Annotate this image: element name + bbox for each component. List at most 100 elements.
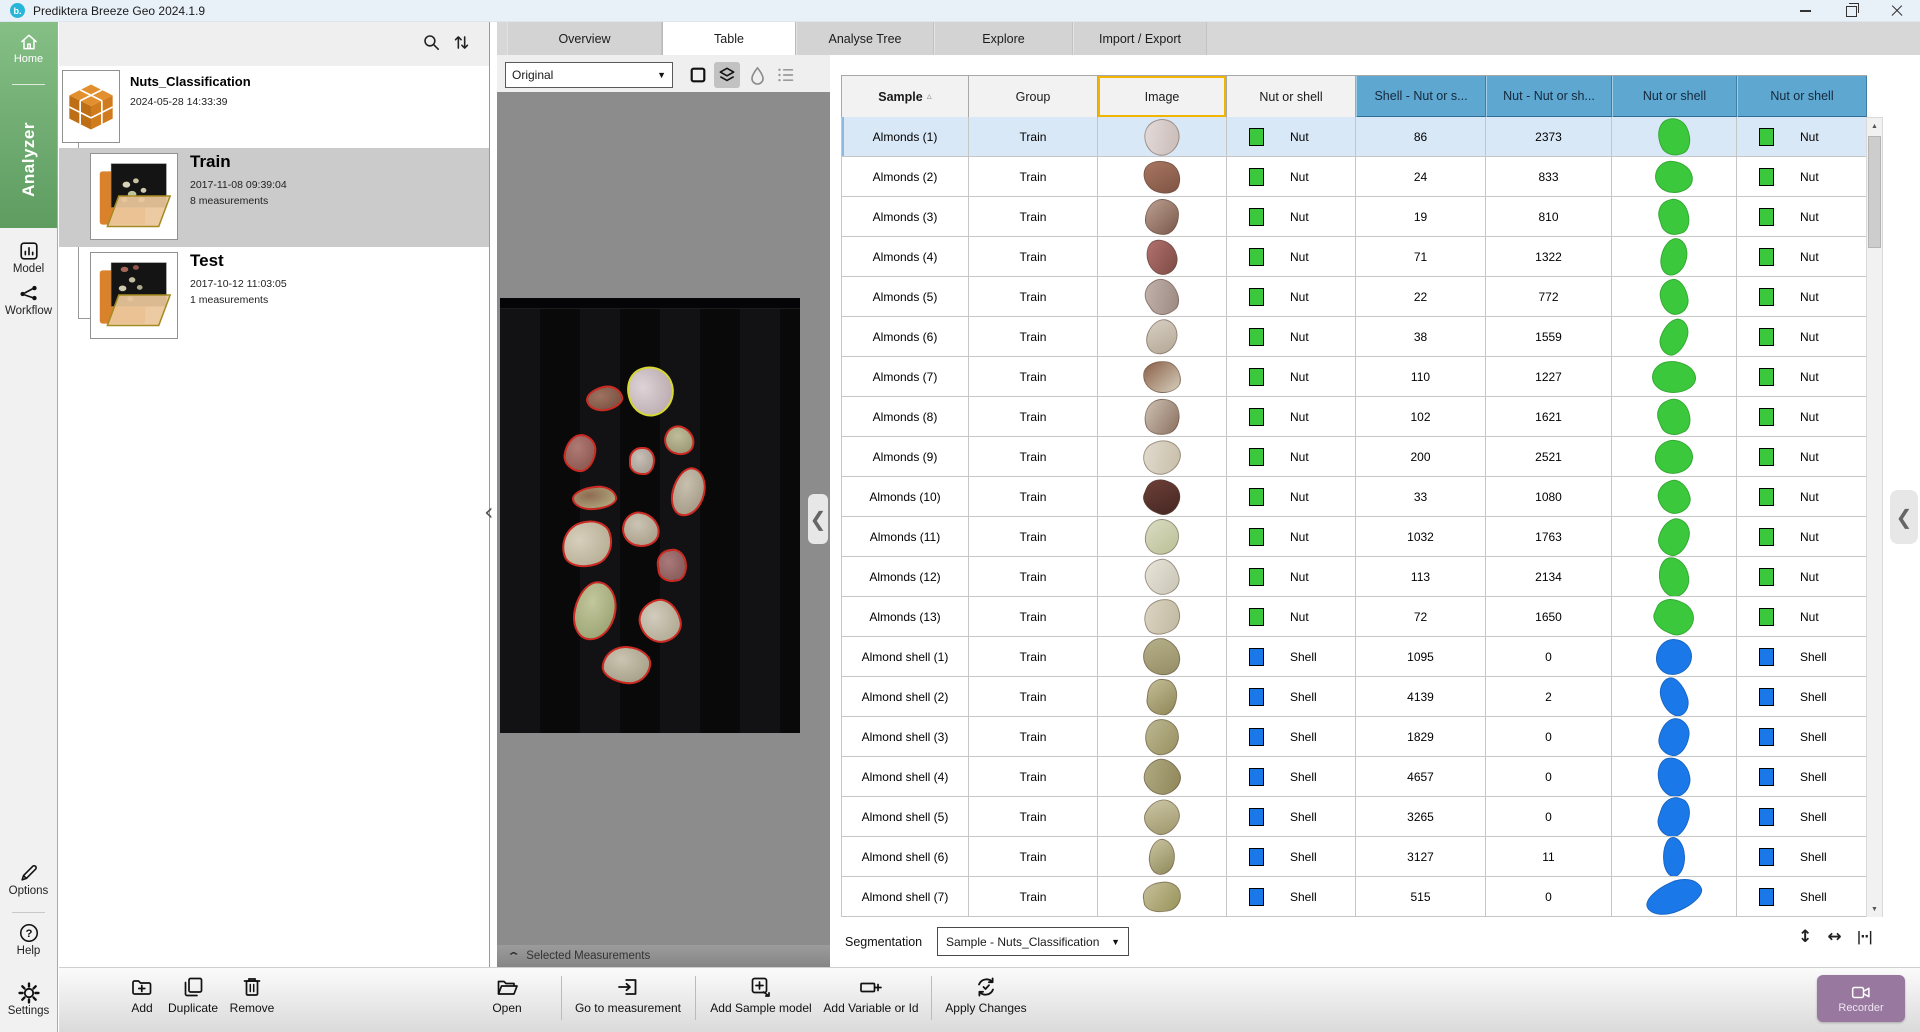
sidebar-item-help[interactable]: ? Help [0,922,57,957]
table-scrollbar[interactable]: ▲ ▼ [1866,117,1883,918]
column-header-image[interactable]: Image [1098,76,1227,118]
sidebar-item-model[interactable]: Model [0,240,57,275]
table-row-almonds-2[interactable]: Almonds (2) Train Nut 24 833 Nut [842,157,1867,197]
nut-blob[interactable] [570,483,619,513]
table-row-almonds-4[interactable]: Almonds (4) Train Nut 71 1322 Nut [842,237,1867,277]
nut-blob[interactable] [659,421,700,460]
nav-sidebar: Home Analyzer Model Workflow Options ? H… [0,22,58,1032]
cell-nut-count: 0 [1486,877,1612,917]
single-view-button[interactable] [685,62,711,88]
measurement-image[interactable] [500,298,800,733]
minimize-button[interactable] [1782,0,1828,22]
scrollbar-thumb[interactable] [1868,136,1881,248]
nut-blob[interactable] [634,594,686,648]
table-row-almonds-7[interactable]: Almonds (7) Train Nut 110 1227 Nut [842,357,1867,397]
list-view-button[interactable] [772,62,798,88]
column-header-nut-nut-or-sh[interactable]: Nut - Nut or sh... [1486,76,1612,118]
column-header-nut-or-shell[interactable]: Nut or shell [1737,76,1867,118]
sidebar-item-workflow[interactable]: Workflow [0,284,57,317]
cell-sample: Almonds (4) [842,237,969,277]
tab-analyse-tree[interactable]: Analyse Tree [796,22,934,55]
cell-class-2: Shell [1737,837,1867,877]
table-row-almond-shell-4[interactable]: Almond shell (4) Train Shell 4657 0 Shell [842,757,1867,797]
project-item-root[interactable]: Nuts_Classification 2024-05-28 14:33:39 [59,66,489,148]
nut-blob[interactable] [654,547,690,584]
collapse-right-button[interactable]: ❮ [1890,490,1918,544]
sidebar-item-settings[interactable]: Settings [0,982,57,1017]
column-header-shell-nut-or-s[interactable]: Shell - Nut or s... [1356,76,1486,118]
remove-button[interactable]: Remove [223,975,281,1015]
table-row-almonds-5[interactable]: Almonds (5) Train Nut 22 772 Nut [842,277,1867,317]
nut-blob[interactable] [568,577,622,645]
open-button[interactable]: Open [481,975,533,1015]
nut-blob[interactable] [583,382,626,415]
recorder-button[interactable]: Recorder [1817,975,1905,1022]
search-icon[interactable] [422,33,441,52]
table-row-almonds-1[interactable]: Almonds (1) Train Nut 86 2373 Nut [842,117,1867,157]
table-row-almond-shell-1[interactable]: Almond shell (1) Train Shell 1095 0 Shell [842,637,1867,677]
nut-blob[interactable] [619,508,663,551]
fit-width-icon[interactable]: ↔ [1827,929,1841,946]
tab-table[interactable]: Table [662,22,796,55]
column-header-nut-or-shell[interactable]: Nut or shell [1227,76,1356,118]
table-row-almonds-9[interactable]: Almonds (9) Train Nut 200 2521 Nut [842,437,1867,477]
table-row-almonds-3[interactable]: Almonds (3) Train Nut 19 810 Nut [842,197,1867,237]
sidebar-item-options[interactable]: Options [0,862,57,897]
table-row-almonds-13[interactable]: Almonds (13) Train Nut 72 1650 Nut [842,597,1867,637]
nut-class-swatch [1759,487,1774,506]
table-row-almond-shell-6[interactable]: Almond shell (6) Train Shell 3127 11 Shell [842,837,1867,877]
tab-overview[interactable]: Overview [507,22,662,55]
collapse-viewer-button[interactable]: ❮ [808,494,828,544]
duplicate-button[interactable]: Duplicate [161,975,225,1015]
nut-blob[interactable] [555,514,619,574]
go-to-measurement-button[interactable]: Go to measurement [567,975,689,1015]
shell-class-swatch [1249,647,1264,666]
restore-button[interactable] [1828,0,1874,22]
close-button[interactable] [1874,0,1920,22]
table-row-almonds-11[interactable]: Almonds (11) Train Nut 1032 1763 Nut [842,517,1867,557]
cell-sample: Almond shell (6) [842,837,969,877]
sidebar-item-home[interactable]: Home [0,32,57,65]
nut-blob[interactable] [629,447,655,475]
scroll-up-icon[interactable]: ▲ [1867,118,1882,134]
table-row-almond-shell-3[interactable]: Almond shell (3) Train Shell 1829 0 Shell [842,717,1867,757]
nut-blob-selected[interactable] [618,357,683,425]
column-header-group[interactable]: Group [969,76,1098,118]
fit-height-icon[interactable]: ↕ [1798,929,1812,946]
contrast-view-button[interactable] [744,62,770,88]
nut-mask-blob [1652,397,1696,436]
collapse-left-panel-button[interactable]: ‹ [484,500,494,524]
tab-explore[interactable]: Explore [934,22,1073,55]
column-header-nut-or-shell[interactable]: Nut or shell [1612,76,1737,118]
selected-measurements-toggle[interactable]: ⌃ Selected Measurements [497,945,830,967]
table-row-almonds-12[interactable]: Almonds (12) Train Nut 113 2134 Nut [842,557,1867,597]
trash-icon [243,978,261,996]
sidebar-item-analyzer[interactable]: Analyzer [0,94,57,224]
measurement-item-train[interactable]: Train 2017-11-08 09:39:04 8 measurements [59,148,489,247]
nut-blob[interactable] [561,431,599,475]
cell-mask [1612,197,1737,237]
table-row-almonds-8[interactable]: Almonds (8) Train Nut 102 1621 Nut [842,397,1867,437]
table-row-almond-shell-2[interactable]: Almond shell (2) Train Shell 4139 2 Shell [842,677,1867,717]
measurement-item-test[interactable]: Test 2017-10-12 11:03:05 1 measurements [59,247,489,346]
layer-select[interactable]: Original ▼ [505,62,673,88]
nut-blob[interactable] [600,643,653,687]
segmentation-select[interactable]: Sample - Nuts_Classification ▼ [937,927,1129,956]
table-row-almond-shell-5[interactable]: Almond shell (5) Train Shell 3265 0 Shell [842,797,1867,837]
add-sample-model-button[interactable]: Add Sample model [703,975,819,1015]
column-header-sample[interactable]: Sample ▵ [842,76,969,118]
cell-image [1098,757,1227,797]
add-variable-or-id-button[interactable]: Add Variable or Id [815,975,927,1015]
nut-blob[interactable] [666,463,711,521]
table-row-almond-shell-7[interactable]: Almond shell (7) Train Shell 515 0 Shell [842,877,1867,917]
table-row-almonds-10[interactable]: Almonds (10) Train Nut 33 1080 Nut [842,477,1867,517]
scroll-down-icon[interactable]: ▼ [1867,901,1882,917]
cell-group: Train [969,517,1098,557]
layers-view-button[interactable] [714,62,740,88]
table-row-almonds-6[interactable]: Almonds (6) Train Nut 38 1559 Nut [842,317,1867,357]
apply-changes-button[interactable]: Apply Changes [941,975,1031,1015]
add-button[interactable]: Add [119,975,165,1015]
fit-columns-icon[interactable]: |··| [1857,931,1873,944]
sort-icon[interactable] [452,33,471,52]
tab-import-export[interactable]: Import / Export [1073,22,1207,55]
